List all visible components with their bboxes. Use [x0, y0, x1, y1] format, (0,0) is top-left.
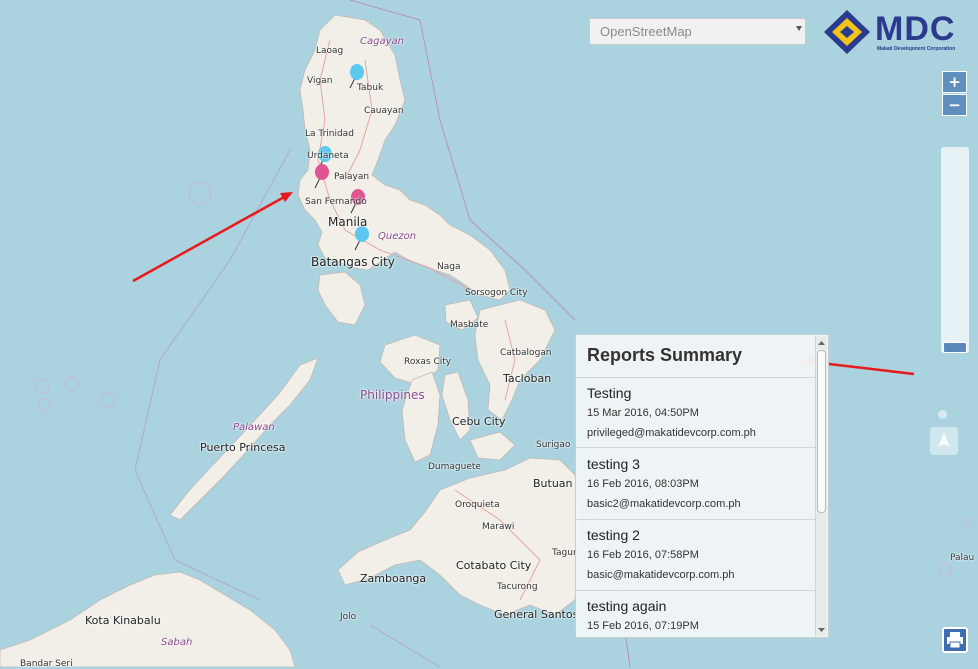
place-label: Puerto Princesa	[200, 441, 286, 454]
print-button[interactable]	[942, 627, 968, 653]
zoom-out-button[interactable]: −	[942, 94, 967, 116]
divider	[576, 519, 816, 520]
place-label: Palau	[950, 553, 975, 563]
report-title: testing 3	[587, 456, 640, 472]
layer-select-value: OpenStreetMap	[600, 24, 692, 39]
place-label: Cebu City	[452, 415, 506, 428]
report-title: Testing	[587, 385, 632, 401]
place-label: Tacurong	[497, 582, 538, 592]
divider	[576, 447, 816, 448]
place-label: Tabuk	[357, 83, 384, 93]
place-label: Palayan	[334, 172, 370, 182]
place-label: Palawan	[233, 422, 275, 433]
report-date: 15 Feb 2016, 07:19PM	[587, 620, 699, 632]
place-label: Urdaneta	[307, 151, 349, 161]
place-label: Philippines	[360, 388, 425, 402]
place-label: Cotabato City	[456, 559, 532, 572]
place-label: San Fernando	[305, 197, 367, 207]
report-title: testing again	[587, 598, 667, 614]
place-label: Butuan	[533, 477, 573, 490]
place-label: La Trinidad	[305, 129, 354, 139]
report-title: testing 2	[587, 527, 640, 543]
divider	[576, 590, 816, 591]
place-label: Catbalogan	[500, 348, 552, 358]
divider	[576, 377, 816, 378]
place-label: Batangas City	[311, 255, 395, 269]
report-item[interactable]: testing 2 16 Feb 2016, 07:58PM basic@mak…	[587, 527, 817, 581]
report-email: basic@makatidevcorp.com.ph	[587, 569, 735, 581]
place-label: Bandar Seri	[20, 659, 73, 669]
reports-summary-panel: Reports Summary Testing 15 Mar 2016, 04:…	[575, 334, 829, 638]
report-date: 16 Feb 2016, 08:03PM	[587, 478, 699, 490]
rotation-indicator	[938, 410, 947, 419]
report-item[interactable]: testing 3 16 Feb 2016, 08:03PM basic2@ma…	[587, 456, 817, 510]
reports-summary-title: Reports Summary	[587, 345, 743, 365]
zoom-slider-handle[interactable]	[943, 342, 967, 353]
scrollbar-thumb[interactable]	[817, 350, 826, 513]
scroll-down-icon[interactable]	[817, 625, 826, 635]
rotate-north-button[interactable]	[930, 427, 958, 455]
report-email: basic2@makatidevcorp.com.ph	[587, 498, 741, 510]
layer-select[interactable]: OpenStreetMap	[589, 18, 806, 45]
place-label: Manila	[328, 215, 368, 229]
report-item[interactable]: testing again 15 Feb 2016, 07:19PM	[587, 598, 817, 637]
place-label: Sorsogon City	[465, 288, 528, 298]
place-label: Masbate	[450, 320, 489, 330]
place-label: Roxas City	[404, 357, 452, 367]
place-label: Sabah	[161, 637, 193, 648]
zoom-in-button[interactable]: +	[942, 71, 967, 93]
place-label: Marawi	[482, 522, 515, 532]
logo-text: MDC	[875, 10, 956, 48]
chevron-down-icon	[796, 26, 802, 31]
place-label: Tacloban	[503, 372, 552, 385]
mdc-logo: MDC Makati Development Corporation	[822, 8, 972, 58]
place-label: Surigao	[536, 440, 571, 450]
place-label: Cauayan	[364, 106, 404, 116]
place-label: Laoag	[316, 46, 344, 56]
place-label: Jolo	[340, 612, 357, 622]
zoom-slider[interactable]	[941, 147, 969, 353]
place-label: Kota Kinabalu	[85, 614, 161, 627]
scroll-up-icon[interactable]	[817, 338, 826, 348]
place-label: Dumaguete	[428, 462, 481, 472]
place-label: Zamboanga	[360, 572, 427, 585]
compass-icon	[938, 433, 950, 447]
logo-subtitle: Makati Development Corporation	[877, 46, 956, 52]
mdc-logo-icon	[824, 10, 870, 54]
report-email: privileged@makatidevcorp.com.ph	[587, 427, 756, 439]
report-date: 15 Mar 2016, 04:50PM	[587, 407, 699, 419]
place-label: Oroquieta	[455, 500, 500, 510]
print-icon	[947, 632, 963, 649]
place-label: Vigan	[307, 76, 333, 86]
report-item[interactable]: Testing 15 Mar 2016, 04:50PM privileged@…	[587, 385, 817, 439]
place-label: Cagayan	[360, 36, 404, 47]
place-label: Quezon	[378, 231, 417, 242]
report-date: 16 Feb 2016, 07:58PM	[587, 549, 699, 561]
place-label: Naga	[437, 262, 461, 272]
place-label: General Santos	[494, 608, 579, 621]
